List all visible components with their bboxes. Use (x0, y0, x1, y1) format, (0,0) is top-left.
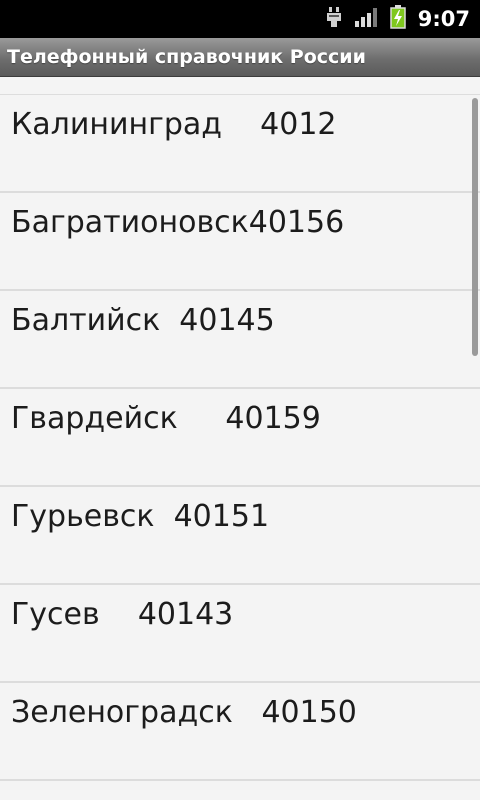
list-item[interactable]: Калининград 4012 (0, 95, 480, 193)
list-item[interactable]: Зеленоградск 40150 (0, 683, 480, 781)
list-item-label: Гурьевск 40151 (11, 499, 270, 534)
signal-icon (354, 6, 378, 32)
battery-charging-icon (390, 5, 406, 33)
list-scrollbar[interactable] (472, 98, 478, 356)
usb-debug-icon (326, 6, 342, 32)
list-item[interactable]: Гурьевск 40151 (0, 487, 480, 585)
list-item[interactable]: Гвардейск 40159 (0, 389, 480, 487)
list-item[interactable]: Багратионовск40156 (0, 193, 480, 291)
status-icons: 9:07 (326, 0, 480, 38)
app-title: Телефонный справочник России (7, 46, 366, 68)
list-item[interactable]: Балтийск 40145 (0, 291, 480, 389)
app-title-bar: Телефонный справочник России (0, 38, 480, 77)
list-item-label: Балтийск 40145 (11, 303, 275, 338)
list-rows: Калининград 4012 Багратионовск40156 Балт… (0, 95, 480, 781)
list-item[interactable]: Гусев 40143 (0, 585, 480, 683)
list-item-label: Зеленоградск 40150 (11, 695, 357, 730)
list-item-label: Багратионовск40156 (11, 205, 345, 240)
status-clock: 9:07 (417, 7, 470, 31)
list-item-label: Гусев 40143 (11, 597, 234, 632)
status-bar: 9:07 (0, 0, 480, 38)
city-code-list[interactable]: Калининград 4012 Багратионовск40156 Балт… (0, 77, 480, 800)
list-item-label: Гвардейск 40159 (11, 401, 321, 436)
list-item-label: Калининград 4012 (11, 107, 337, 142)
